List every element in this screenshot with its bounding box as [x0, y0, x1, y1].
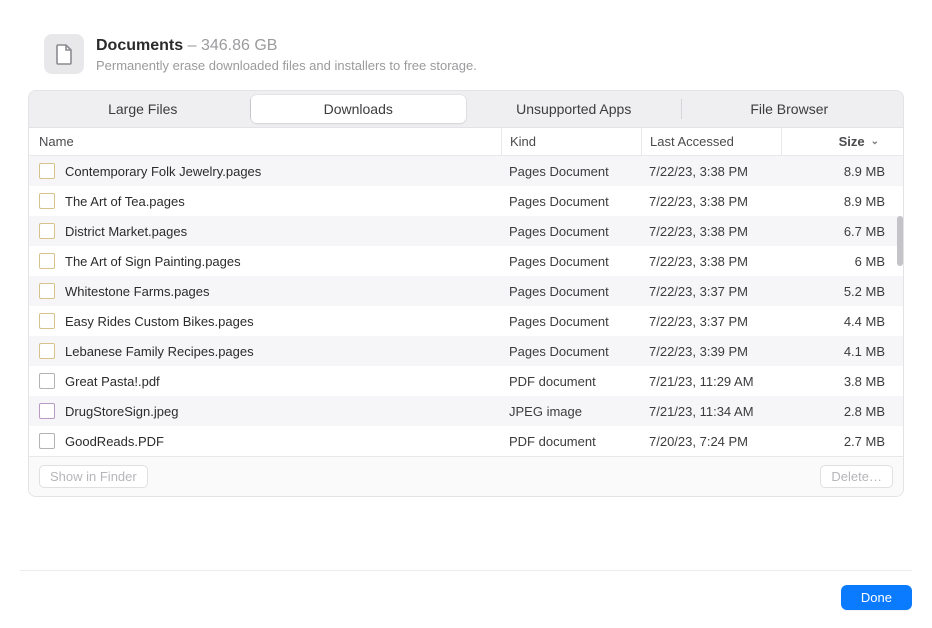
pages-file-icon [39, 313, 55, 329]
cell-kind: Pages Document [501, 284, 641, 299]
done-button[interactable]: Done [841, 585, 912, 610]
cell-size: 8.9 MB [781, 164, 903, 179]
cell-date: 7/22/23, 3:37 PM [641, 284, 781, 299]
header-size: 346.86 GB [201, 37, 278, 54]
cell-name: The Art of Tea.pages [29, 193, 501, 209]
window-footer: Done [20, 570, 912, 610]
file-name: Lebanese Family Recipes.pages [65, 344, 254, 359]
table-row[interactable]: The Art of Tea.pages Pages Document7/22/2… [29, 186, 903, 216]
pages-file-icon [39, 223, 55, 239]
pdf-file-icon [39, 373, 55, 389]
cell-size: 2.8 MB [781, 404, 903, 419]
table-row[interactable]: District Market.pages Pages Document7/22/… [29, 216, 903, 246]
cell-name: Contemporary Folk Jewelry.pages [29, 163, 501, 179]
file-name: The Art of Tea.pages [65, 194, 185, 209]
column-headers: Name Kind Last Accessed Size ⌄ [29, 128, 903, 156]
column-size-label: Size [839, 134, 865, 149]
tab-file-browser[interactable]: File Browser [682, 95, 898, 123]
panel-footer: Show in Finder Delete… [29, 456, 903, 496]
column-kind[interactable]: Kind [501, 128, 641, 155]
table-row[interactable]: Easy Rides Custom Bikes.pages Pages Docum… [29, 306, 903, 336]
file-name: GoodReads.PDF [65, 434, 164, 449]
pages-file-icon [39, 163, 55, 179]
cell-kind: Pages Document [501, 314, 641, 329]
tab-large-files[interactable]: Large Files [35, 95, 251, 123]
table-row[interactable]: DrugStoreSign.jpeg JPEG image7/21/23, 11:… [29, 396, 903, 426]
cell-size: 2.7 MB [781, 434, 903, 449]
scrollbar-thumb[interactable] [897, 216, 903, 266]
cell-name: Great Pasta!.pdf [29, 373, 501, 389]
table-row[interactable]: Great Pasta!.pdf PDF document7/21/23, 11:… [29, 366, 903, 396]
cell-date: 7/22/23, 3:38 PM [641, 194, 781, 209]
main-panel: Large Files Downloads Unsupported Apps F… [28, 90, 904, 497]
header-sep: – [188, 37, 197, 54]
cell-name: Lebanese Family Recipes.pages [29, 343, 501, 359]
file-name: DrugStoreSign.jpeg [65, 404, 178, 419]
cell-name: DrugStoreSign.jpeg [29, 403, 501, 419]
cell-name: Whitestone Farms.pages [29, 283, 501, 299]
chevron-down-icon: ⌄ [871, 136, 879, 147]
cell-size: 4.4 MB [781, 314, 903, 329]
cell-kind: Pages Document [501, 224, 641, 239]
column-name[interactable]: Name [29, 128, 501, 155]
pdf-file-icon [39, 433, 55, 449]
column-size[interactable]: Size ⌄ [781, 128, 903, 155]
header-title: Documents [96, 37, 183, 54]
pages-file-icon [39, 253, 55, 269]
header-title-line: Documents – 346.86 GB [96, 36, 477, 56]
cell-date: 7/22/23, 3:37 PM [641, 314, 781, 329]
segmented-tabs: Large Files Downloads Unsupported Apps F… [29, 91, 903, 128]
cell-kind: Pages Document [501, 344, 641, 359]
file-name: The Art of Sign Painting.pages [65, 254, 241, 269]
file-name: District Market.pages [65, 224, 187, 239]
header: Documents – 346.86 GB Permanently erase … [20, 18, 912, 90]
cell-date: 7/22/23, 3:39 PM [641, 344, 781, 359]
cell-kind: PDF document [501, 374, 641, 389]
cell-name: Easy Rides Custom Bikes.pages [29, 313, 501, 329]
tab-downloads[interactable]: Downloads [251, 95, 467, 123]
cell-date: 7/22/23, 3:38 PM [641, 224, 781, 239]
cell-size: 8.9 MB [781, 194, 903, 209]
file-name: Contemporary Folk Jewelry.pages [65, 164, 261, 179]
documents-icon [44, 34, 84, 74]
storage-documents-window: Documents – 346.86 GB Permanently erase … [0, 0, 932, 628]
table-row[interactable]: Lebanese Family Recipes.pages Pages Docum… [29, 336, 903, 366]
cell-size: 5.2 MB [781, 284, 903, 299]
table-row[interactable]: Contemporary Folk Jewelry.pages Pages Doc… [29, 156, 903, 186]
table-row[interactable]: Whitestone Farms.pages Pages Document7/22… [29, 276, 903, 306]
pages-file-icon [39, 343, 55, 359]
header-subtitle: Permanently erase downloaded files and i… [96, 58, 477, 73]
delete-button[interactable]: Delete… [820, 465, 893, 488]
cell-size: 6.7 MB [781, 224, 903, 239]
column-last-accessed[interactable]: Last Accessed [641, 128, 781, 155]
cell-size: 3.8 MB [781, 374, 903, 389]
cell-date: 7/22/23, 3:38 PM [641, 164, 781, 179]
cell-name: GoodReads.PDF [29, 433, 501, 449]
table-row[interactable]: GoodReads.PDF PDF document7/20/23, 7:24 P… [29, 426, 903, 456]
show-in-finder-button[interactable]: Show in Finder [39, 465, 148, 488]
pages-file-icon [39, 193, 55, 209]
cell-kind: Pages Document [501, 164, 641, 179]
cell-name: The Art of Sign Painting.pages [29, 253, 501, 269]
cell-date: 7/20/23, 7:24 PM [641, 434, 781, 449]
cell-kind: JPEG image [501, 404, 641, 419]
jpeg-file-icon [39, 403, 55, 419]
cell-date: 7/21/23, 11:34 AM [641, 404, 781, 419]
file-name: Whitestone Farms.pages [65, 284, 210, 299]
file-name: Great Pasta!.pdf [65, 374, 160, 389]
tab-unsupported-apps[interactable]: Unsupported Apps [466, 95, 682, 123]
cell-kind: Pages Document [501, 194, 641, 209]
pages-file-icon [39, 283, 55, 299]
cell-kind: Pages Document [501, 254, 641, 269]
cell-size: 4.1 MB [781, 344, 903, 359]
cell-size: 6 MB [781, 254, 903, 269]
cell-date: 7/22/23, 3:38 PM [641, 254, 781, 269]
file-name: Easy Rides Custom Bikes.pages [65, 314, 254, 329]
cell-date: 7/21/23, 11:29 AM [641, 374, 781, 389]
file-list[interactable]: Contemporary Folk Jewelry.pages Pages Doc… [29, 156, 903, 456]
cell-kind: PDF document [501, 434, 641, 449]
cell-name: District Market.pages [29, 223, 501, 239]
table-row[interactable]: The Art of Sign Painting.pages Pages Docu… [29, 246, 903, 276]
